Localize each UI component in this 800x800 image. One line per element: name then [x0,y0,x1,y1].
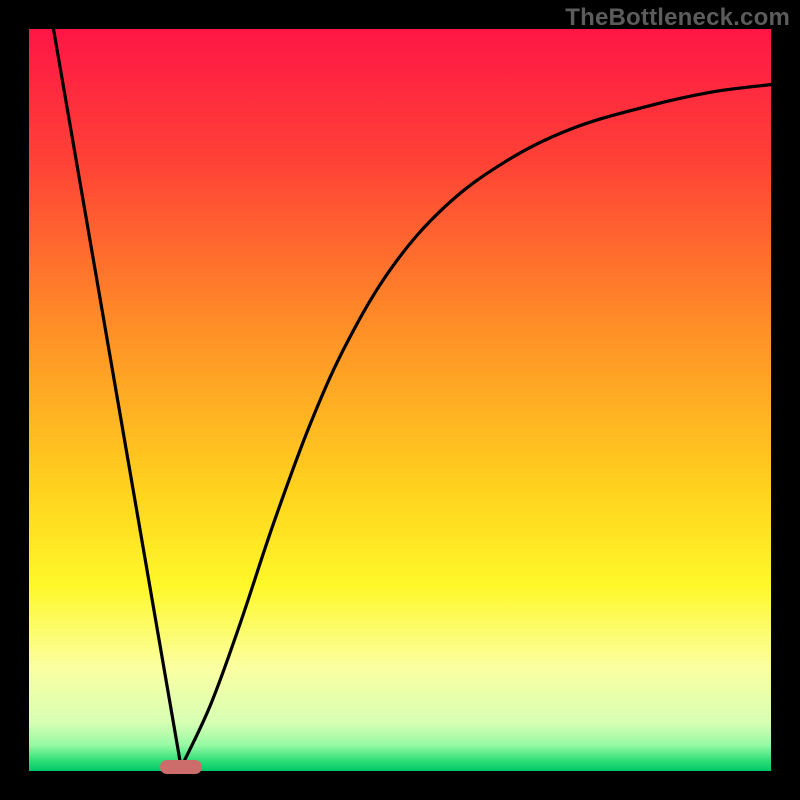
optimum-marker [160,760,202,774]
watermark-text: TheBottleneck.com [565,4,790,32]
bottleneck-chart [29,29,771,771]
plot-frame [29,29,771,771]
gradient-background [29,29,771,771]
